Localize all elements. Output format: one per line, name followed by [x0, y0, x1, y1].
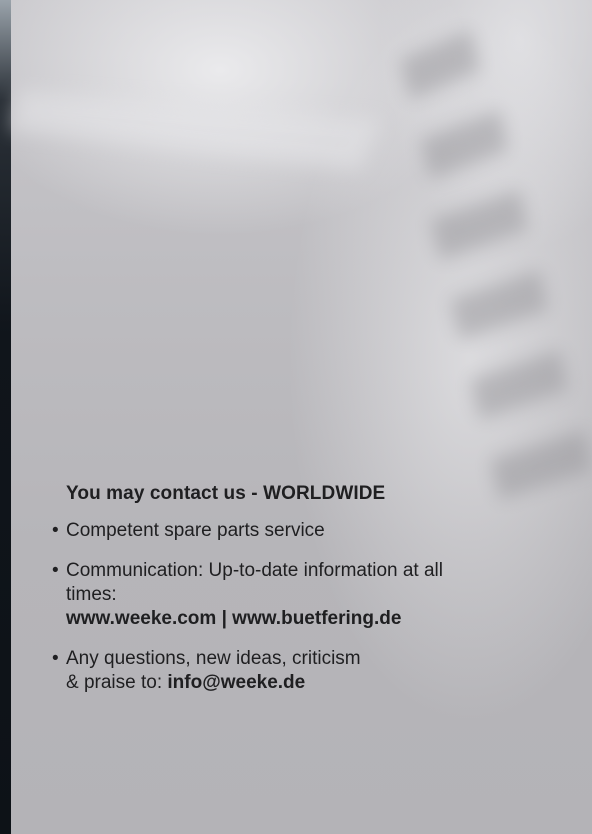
list-item-text: Any questions, new ideas, criticism	[66, 648, 361, 669]
background-photo: You may contact us - WORLDWIDE • Compete…	[0, 0, 592, 834]
list-item-text: Communication: Up-to-date information at…	[66, 560, 444, 605]
list-item-spare-parts: • Competent spare parts service	[50, 519, 550, 543]
list-item-text: Competent spare parts service	[66, 520, 325, 541]
list-item-feedback: • Any questions, new ideas, criticism & …	[50, 647, 550, 695]
bullet-icon: •	[52, 648, 59, 669]
website-links[interactable]: www.weeke.com | www.buetfering.de	[66, 608, 401, 629]
contact-heading: You may contact us - WORLDWIDE	[66, 483, 386, 504]
list-item-text: & praise to:	[66, 672, 168, 693]
list-item-communication: • Communication: Up-to-date information …	[50, 559, 550, 631]
bullet-icon: •	[52, 520, 59, 541]
bullet-icon: •	[52, 560, 59, 581]
email-link[interactable]: info@weeke.de	[167, 672, 305, 693]
contact-section: You may contact us - WORLDWIDE • Compete…	[52, 483, 566, 711]
